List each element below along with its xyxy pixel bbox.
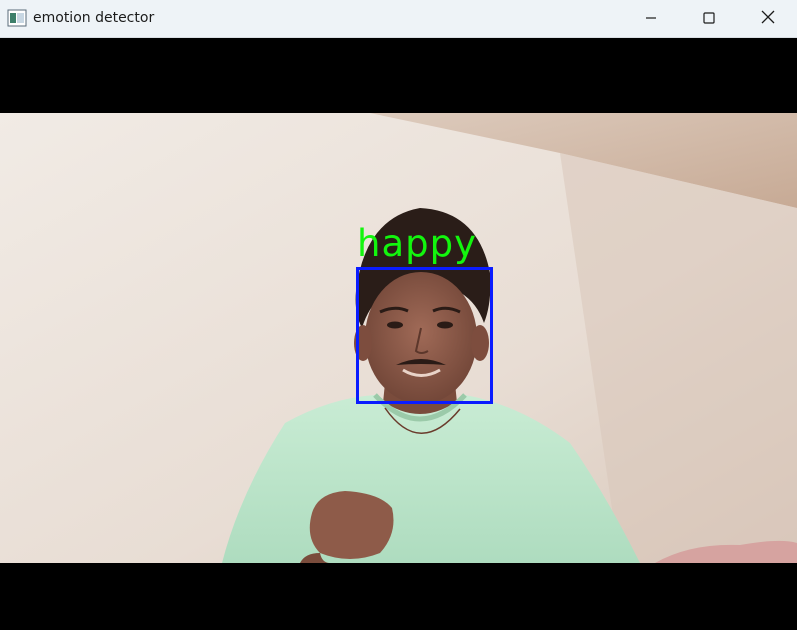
- maximize-button[interactable]: [680, 0, 738, 37]
- close-icon: [761, 9, 775, 28]
- title-bar[interactable]: emotion detector: [0, 0, 797, 38]
- emotion-label: happy: [357, 222, 477, 265]
- minimize-button[interactable]: [622, 0, 680, 37]
- maximize-icon: [703, 9, 715, 28]
- face-bounding-box: [356, 267, 493, 404]
- minimize-icon: [645, 9, 657, 28]
- app-window: emotion detector happy: [0, 0, 797, 630]
- close-button[interactable]: [739, 0, 797, 37]
- app-icon: [7, 9, 27, 27]
- camera-view: happy: [0, 38, 797, 630]
- window-title: emotion detector: [33, 10, 155, 26]
